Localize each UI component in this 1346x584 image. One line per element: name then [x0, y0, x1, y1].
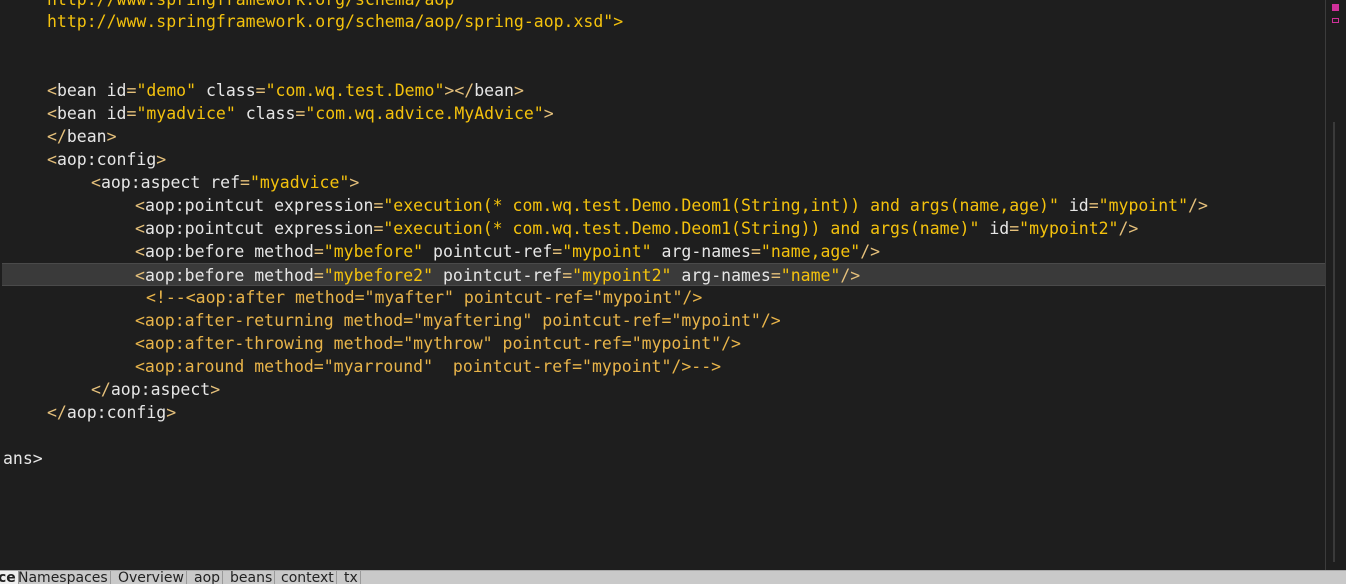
tab-context[interactable]: context — [279, 571, 337, 584]
code-line-pointcut2: <aop:pointcut expression="execution(* co… — [135, 219, 1139, 238]
code-line-before2-current: <aop:before method="mybefore2" pointcut-… — [2, 263, 1326, 286]
tab-beans[interactable]: beans — [228, 571, 276, 584]
code-line-url2: http://www.springframework.org/schema/ao… — [47, 12, 624, 31]
code-line-comment2: <aop:after-returning method="myaftering"… — [135, 311, 781, 330]
tab-overview[interactable]: Overview — [116, 571, 187, 584]
tab-namespaces[interactable]: Namespaces — [16, 571, 111, 584]
code-line-bean-advice: <bean id="myadvice" class="com.wq.advice… — [47, 104, 554, 123]
code-line-comment3: <aop:after-throwing method="mythrow" poi… — [135, 334, 741, 353]
code-line-comment4: <aop:around method="myarround" pointcut-… — [135, 357, 722, 376]
tab-aop[interactable]: aop — [192, 571, 224, 584]
error-marker-icon[interactable] — [1332, 4, 1339, 11]
vertical-scrollbar[interactable] — [1333, 122, 1335, 562]
warning-marker-icon[interactable] — [1332, 18, 1339, 23]
code-line-comment1: <!--<aop:after method="myafter" pointcut… — [146, 288, 703, 307]
xml-editor[interactable]: http://www.springframework.org/schema/ao… — [0, 0, 1326, 570]
code-line-pointcut1: <aop:pointcut expression="execution(* co… — [135, 196, 1208, 215]
tab-tx[interactable]: tx — [342, 571, 361, 584]
code-line-aspect-close: </aop:aspect> — [91, 380, 221, 399]
editor-tab-bar: ce Namespaces Overview aop beans context… — [0, 570, 1346, 584]
code-line-bean-close: </bean> — [47, 127, 117, 146]
code-line-beans-close: ans> — [3, 449, 43, 468]
code-line-before1: <aop:before method="mybefore" pointcut-r… — [135, 242, 881, 261]
code-line-config-close: </aop:config> — [47, 403, 177, 422]
overview-ruler[interactable] — [1325, 0, 1346, 570]
code-line-config-open: <aop:config> — [47, 150, 167, 169]
code-line-bean-demo: <bean id="demo" class="com.wq.test.Demo"… — [47, 81, 524, 100]
code-line-aspect-open: <aop:aspect ref="myadvice"> — [91, 173, 360, 192]
